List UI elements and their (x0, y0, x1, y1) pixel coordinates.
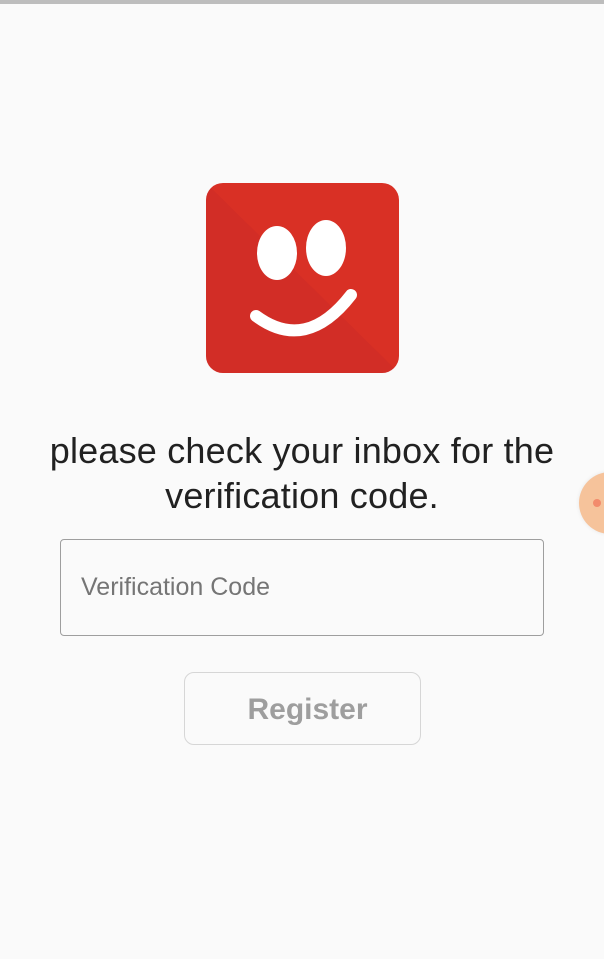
bubble-dot (593, 499, 601, 507)
smiley-face-icon (206, 183, 399, 373)
message-line-2: verification code. (165, 475, 439, 516)
top-edge-strip (0, 0, 604, 4)
verification-message: please check your inbox for the verifica… (0, 428, 604, 518)
message-line-1: please check your inbox for the (49, 430, 555, 471)
verification-code-input[interactable] (60, 539, 544, 636)
verification-screen: please check your inbox for the verifica… (0, 0, 604, 959)
register-button[interactable]: Register (184, 672, 421, 745)
